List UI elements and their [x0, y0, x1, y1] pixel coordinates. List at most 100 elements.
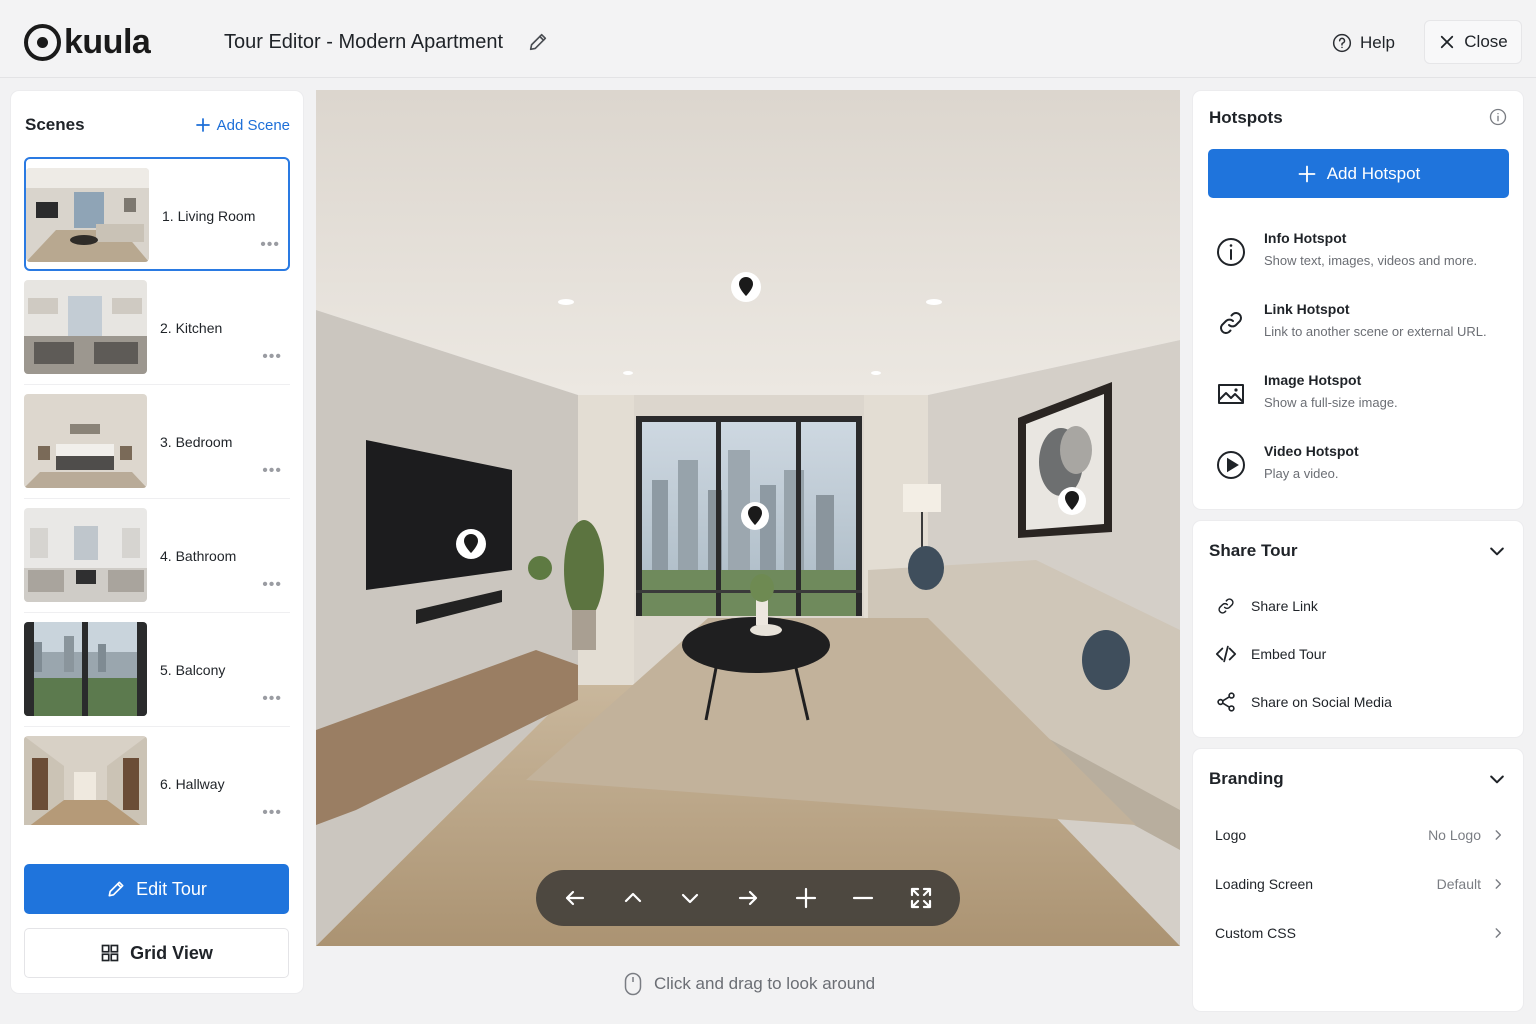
hotspots-title: Hotspots: [1209, 108, 1283, 127]
look-down-button[interactable]: [670, 878, 710, 918]
look-left-button[interactable]: [555, 878, 595, 918]
branding-value-text: Default: [1436, 876, 1481, 892]
more-options-icon[interactable]: •••: [262, 576, 282, 594]
more-options-icon[interactable]: •••: [262, 348, 282, 366]
link-icon: [1220, 312, 1242, 334]
scene-item-hallway[interactable]: 6. Hallway •••: [24, 727, 290, 825]
scene-item-bedroom[interactable]: 3. Bedroom •••: [24, 385, 290, 499]
panorama-viewer[interactable]: [316, 90, 1180, 946]
video-hotspot-option[interactable]: Video Hotspot Play a video.: [1215, 443, 1505, 493]
scene-label: 1. Living Room: [162, 208, 256, 224]
chevron-right-icon: [1495, 928, 1502, 938]
hotspot-marker-tv[interactable]: [456, 529, 486, 559]
grid-icon: [101, 944, 119, 962]
scene-label: 2. Kitchen: [160, 320, 223, 336]
help-button[interactable]: Help: [1322, 22, 1405, 64]
chevron-up-icon: [624, 892, 641, 903]
scene-item-kitchen[interactable]: 2. Kitchen •••: [24, 271, 290, 385]
mouse-icon: [624, 972, 642, 996]
add-hotspot-button[interactable]: Add Hotspot: [1208, 149, 1509, 198]
scene-thumbnail: [24, 508, 147, 602]
scene-thumbnail: [24, 280, 147, 374]
scene-thumbnail: [26, 168, 149, 262]
embed-tour-item[interactable]: Embed Tour: [1215, 643, 1326, 665]
logo-mark-icon: [24, 23, 61, 61]
kuula-logo[interactable]: kuula: [24, 22, 151, 62]
link-hotspot-option[interactable]: Link Hotspot Link to another scene or ex…: [1215, 301, 1505, 351]
hotspot-marker-ceiling[interactable]: [731, 272, 761, 302]
play-circle-icon: [1217, 451, 1245, 479]
add-scene-label: Add Scene: [216, 116, 290, 134]
info-hotspot-option[interactable]: Info Hotspot Show text, images, videos a…: [1215, 230, 1505, 280]
more-options-icon[interactable]: •••: [262, 462, 282, 480]
info-icon[interactable]: [1489, 108, 1507, 126]
fullscreen-button[interactable]: [901, 878, 941, 918]
pencil-icon: [108, 881, 124, 897]
drag-hint: Click and drag to look around: [624, 972, 875, 996]
hotspot-type-title: Video Hotspot: [1264, 443, 1359, 459]
scene-label: 3. Bedroom: [160, 434, 233, 450]
branding-loading-screen-row[interactable]: Loading Screen Default: [1215, 873, 1505, 895]
chevron-right-icon: [1495, 830, 1502, 840]
share-tour-card: Share Tour Share Link Embed Tour Share o…: [1193, 521, 1523, 737]
plus-icon: [1298, 165, 1316, 182]
image-icon: [1218, 384, 1244, 404]
chevron-right-icon: [1495, 879, 1502, 889]
scene-label: 6. Hallway: [160, 776, 225, 792]
pencil-icon[interactable]: [527, 31, 549, 53]
close-button[interactable]: Close: [1424, 20, 1522, 64]
more-options-icon[interactable]: •••: [260, 236, 280, 254]
hotspot-type-title: Link Hotspot: [1264, 301, 1350, 317]
scene-list: 1. Living Room ••• 2. Kitchen ••• 3. Bed…: [24, 157, 290, 825]
branding-row-value: No Logo: [1428, 827, 1505, 843]
tour-title: Tour Editor - Modern Apartment: [224, 31, 504, 53]
plus-icon: [195, 118, 210, 132]
branding-custom-css-row[interactable]: Custom CSS: [1215, 922, 1505, 944]
close-label: Close: [1464, 32, 1508, 51]
more-options-icon[interactable]: •••: [262, 804, 282, 822]
share-tour-title: Share Tour: [1209, 541, 1298, 560]
branding-row-label: Loading Screen: [1215, 876, 1314, 892]
share-social-item[interactable]: Share on Social Media: [1215, 691, 1392, 713]
hotspot-type-desc: Play a video.: [1264, 466, 1339, 481]
scenes-header: Scenes Add Scene: [25, 115, 290, 135]
arrow-left-icon: [565, 890, 584, 906]
look-right-button[interactable]: [728, 878, 768, 918]
share-link-item[interactable]: Share Link: [1215, 595, 1318, 617]
code-icon: [1215, 645, 1237, 663]
look-up-button[interactable]: [613, 878, 653, 918]
hotspot-type-desc: Show text, images, videos and more.: [1264, 253, 1478, 268]
hotspot-marker-artwork[interactable]: [1058, 487, 1086, 515]
share-nodes-icon: [1217, 692, 1235, 712]
chevron-down-icon[interactable]: [1487, 541, 1507, 561]
embed-tour-label: Embed Tour: [1251, 646, 1327, 662]
grid-view-button[interactable]: Grid View: [24, 928, 289, 978]
scene-item-bathroom[interactable]: 4. Bathroom •••: [24, 499, 290, 613]
scene-thumbnail: [24, 736, 147, 825]
help-label: Help: [1360, 33, 1395, 52]
hotspots-card: Hotspots Add Hotspot Info Hotspot Show t…: [1193, 91, 1523, 509]
image-hotspot-option[interactable]: Image Hotspot Show a full-size image.: [1215, 372, 1505, 422]
scene-thumbnail: [24, 622, 147, 716]
chevron-down-icon[interactable]: [1487, 769, 1507, 789]
hotspot-marker-balcony[interactable]: [741, 502, 769, 530]
info-circle-icon: [1217, 238, 1245, 266]
add-hotspot-label: Add Hotspot: [1326, 163, 1421, 183]
scene-item-living-room[interactable]: 1. Living Room •••: [24, 157, 290, 271]
edit-tour-button[interactable]: Edit Tour: [24, 864, 289, 914]
zoom-out-button[interactable]: [843, 878, 883, 918]
scenes-title: Scenes: [25, 115, 85, 134]
panorama-image[interactable]: [316, 90, 1180, 946]
zoom-in-button[interactable]: [786, 878, 826, 918]
branding-logo-row[interactable]: Logo No Logo: [1215, 824, 1505, 846]
drag-hint-text: Click and drag to look around: [654, 974, 876, 993]
scenes-panel: Scenes Add Scene 1. Living Room ••• 2. K…: [11, 91, 303, 993]
add-scene-button[interactable]: Add Scene: [195, 117, 290, 134]
branding-value-text: No Logo: [1428, 827, 1481, 843]
grid-view-label: Grid View: [130, 942, 213, 963]
top-bar: kuula Tour Editor - Modern Apartment Hel…: [0, 0, 1536, 78]
share-social-label: Share on Social Media: [1251, 694, 1392, 710]
scene-item-balcony[interactable]: 5. Balcony •••: [24, 613, 290, 727]
viewer-controls: [536, 870, 960, 926]
more-options-icon[interactable]: •••: [262, 690, 282, 708]
